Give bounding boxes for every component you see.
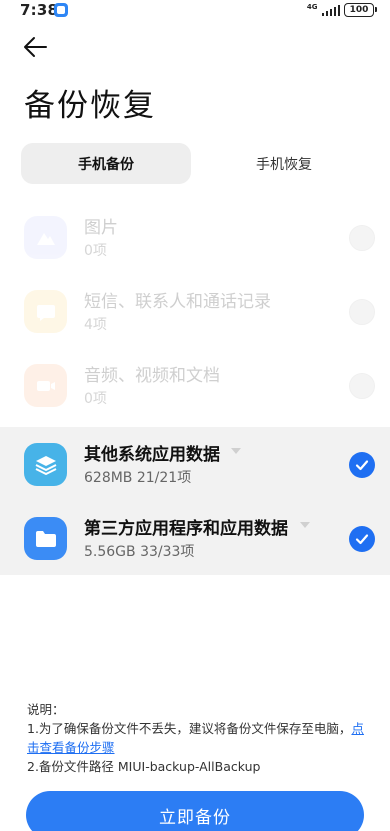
battery-level: 100 [349,5,369,15]
item-subtitle: 628MB 21/21项 [84,470,192,486]
backup-item-third-party-apps[interactable]: 第三方应用程序和应用数据 5.56GB 33/33项 [0,501,390,575]
backup-now-button[interactable]: 立即备份 [26,791,364,831]
item-checkbox[interactable] [349,373,375,399]
video-icon [24,364,67,407]
backup-item-images[interactable]: 图片 0项 [0,200,390,274]
message-icon [24,290,67,333]
notes-line-1: 1.为了确保备份文件不丢失，建议将备份文件保存至电脑，点击查看备份步骤 [27,719,367,757]
status-indicators: 4G 100 [306,1,377,19]
item-title: 其他系统应用数据 [84,445,220,465]
item-subtitle: 5.56GB 33/33项 [84,544,195,560]
item-title: 短信、联系人和通话记录 [84,292,271,312]
item-subtitle: 4项 [84,317,107,333]
item-title: 第三方应用程序和应用数据 [84,519,288,539]
network-type-label: 4G [306,2,318,11]
backup-item-system-apps[interactable]: 其他系统应用数据 628MB 21/21项 [0,427,390,501]
status-time: 7:38 [20,1,59,19]
notes-heading: 说明： [27,702,65,717]
tab-phone-backup[interactable]: 手机备份 [21,143,191,184]
backup-item-messages[interactable]: 短信、联系人和通话记录 4项 [0,274,390,348]
notes-line-2: 2.备份文件路径 MIUI-backup-AllBackup [27,759,261,774]
item-checkbox[interactable] [349,299,375,325]
folder-icon [24,517,67,560]
backup-notes: 说明： 1.为了确保备份文件不丢失，建议将备份文件保存至电脑，点击查看备份步骤 … [27,700,367,776]
page-title: 备份恢复 [24,88,156,124]
notes-line-1-text: 1.为了确保备份文件不丢失，建议将备份文件保存至电脑， [27,721,352,736]
item-checkbox-checked[interactable] [349,452,375,478]
status-bar: 7:38 4G 100 [0,0,390,22]
item-title: 音频、视频和文档 [84,366,220,386]
item-checkbox[interactable] [349,225,375,251]
signal-icon [321,4,340,16]
back-button[interactable] [22,33,52,61]
item-title: 图片 [84,218,118,238]
checkmark-icon [355,460,369,471]
battery-icon: 100 [344,3,377,17]
tab-phone-restore[interactable]: 手机恢复 [199,143,369,184]
back-arrow-icon [24,37,47,57]
item-subtitle: 0项 [84,243,107,259]
expand-caret-icon[interactable] [300,522,310,528]
item-subtitle: 0项 [84,391,107,407]
item-checkbox-checked[interactable] [349,526,375,552]
checkmark-icon [355,534,369,545]
layers-icon [24,443,67,486]
expand-caret-icon[interactable] [231,448,241,454]
image-icon [24,216,67,259]
notification-app-icon [54,3,68,17]
backup-item-media[interactable]: 音频、视频和文档 0项 [0,348,390,422]
